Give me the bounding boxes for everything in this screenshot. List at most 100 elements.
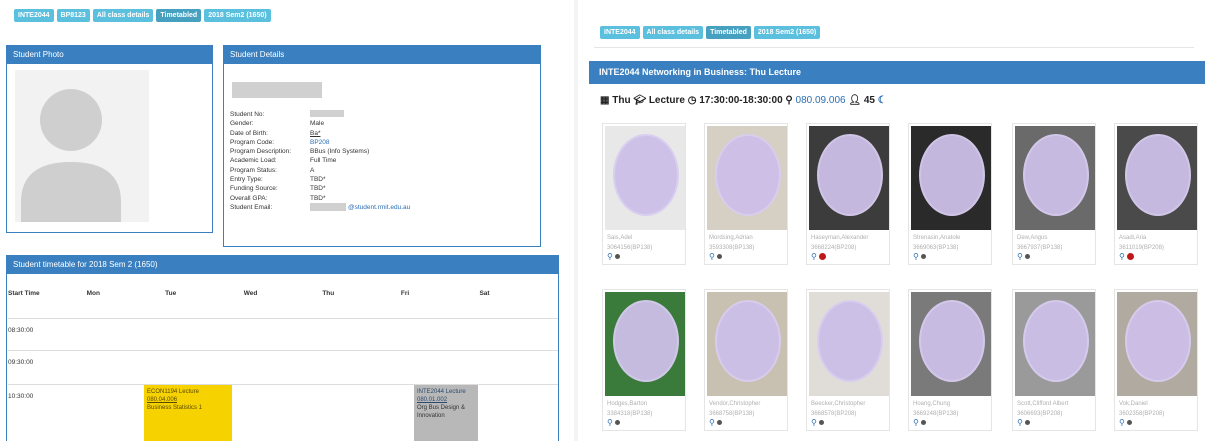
col-start-time: Start Time — [8, 290, 40, 297]
status-icons: ⚲ — [1115, 252, 1197, 264]
detail-row: Student Email: @student.rmit.edu.au — [230, 202, 411, 212]
tag-course[interactable]: INTE2044 — [14, 9, 54, 22]
map-marker-icon: ⚲ — [785, 95, 793, 106]
status-dot-icon — [1025, 254, 1031, 260]
detail-row: Gender: Male — [230, 120, 325, 128]
left-tag-row: INTE2044 BP8123 All class details Timeta… — [14, 9, 271, 22]
status-icons: ⚲ — [603, 252, 685, 264]
student-card[interactable]: Mordsing,Adrian 3593308(BP138) ⚲ — [704, 123, 788, 265]
timetable-block-inte[interactable]: INTE2044 Lecture 080.01.002 Org Bus Desi… — [414, 385, 478, 441]
student-card[interactable]: Strenasin,Anatole 3669063(BP138) ⚲ — [908, 123, 992, 265]
student-photo — [809, 126, 889, 230]
student-id: 3602358(BP208) — [1119, 411, 1165, 417]
student-name[interactable]: Dew,Angus — [1013, 232, 1095, 242]
status-icons: ⚲ — [807, 418, 889, 430]
tag-program[interactable]: BP8123 — [56, 9, 90, 22]
tag-timetabled[interactable]: Timetabled — [156, 9, 202, 22]
student-card[interactable]: Haseyman,Alexander 3668224(BP208) ⚲ — [806, 123, 890, 265]
col-sat: Sat — [479, 290, 490, 297]
detail-row: Date of Birth: Ba* — [230, 129, 321, 137]
student-id: 3669248(BP138) — [913, 411, 959, 417]
student-card[interactable]: Scott,Clifford Albert 3606693(BP208) ⚲ — [1012, 289, 1096, 431]
student-card[interactable]: Hoang,Chung 3669248(BP138) ⚲ — [908, 289, 992, 431]
person-icon: ⚲ — [709, 418, 715, 427]
face-blur — [715, 300, 781, 382]
student-name[interactable]: Asadi,Aria — [1115, 232, 1197, 242]
tag-course[interactable]: INTE2044 — [600, 26, 640, 39]
tag-all-class-details[interactable]: All class details — [92, 9, 154, 22]
face-blur — [817, 134, 883, 216]
student-card[interactable]: Vok,Daniel 3602358(BP208) ⚲ — [1114, 289, 1198, 431]
student-name[interactable]: Hoang,Chung — [909, 398, 991, 408]
student-name[interactable]: Beecker,Christopher — [807, 398, 889, 408]
red-status-icon — [819, 253, 827, 261]
person-icon: ⚲ — [1119, 252, 1125, 261]
status-icons: ⚲ — [603, 418, 685, 430]
status-dot-icon — [717, 254, 723, 260]
student-id: 3593308(BP138) — [709, 245, 755, 251]
student-name[interactable]: Mordsing,Adrian — [705, 232, 787, 242]
person-icon: ⚲ — [1017, 252, 1023, 261]
student-id: 3384318(BP138) — [607, 411, 653, 417]
student-details-title: Student Details — [224, 46, 540, 64]
student-name[interactable]: Vok,Daniel — [1115, 398, 1197, 408]
user-icon: 👤︎ — [848, 95, 862, 106]
student-profile-pane: INTE2044 BP8123 All class details Timeta… — [0, 0, 574, 441]
student-name[interactable]: Scott,Clifford Albert — [1013, 398, 1095, 408]
detail-row: Program Description: BBus (Info Systems) — [230, 148, 370, 156]
student-name[interactable]: Vendor,Christopher — [705, 398, 787, 408]
moon-icon: ☾ — [877, 95, 887, 106]
room-link[interactable]: 080.09.006 — [796, 95, 846, 106]
status-icons: ⚲ — [1013, 252, 1095, 264]
student-name[interactable]: Hodges,Barton — [603, 398, 685, 408]
status-icons: ⚲ — [1013, 418, 1095, 430]
student-card[interactable]: Asadi,Aria 3611019(BP208) ⚲ — [1114, 123, 1198, 265]
timetable-block-econ[interactable]: ECON1194 Lecture 080.04.006 Business Sta… — [144, 385, 232, 441]
col-thu: Thu — [322, 290, 335, 297]
detail-row: Student No: — [230, 110, 410, 119]
face-blur — [1023, 300, 1089, 382]
student-name[interactable]: Sais,Adel — [603, 232, 685, 242]
student-card[interactable]: Dew,Angus 3667937(BP138) ⚲ — [1012, 123, 1096, 265]
student-id: 3669063(BP138) — [913, 245, 959, 251]
student-id: 3606693(BP208) — [1017, 411, 1063, 417]
student-photo — [707, 126, 787, 230]
student-photo — [605, 126, 685, 230]
face-blur — [919, 134, 985, 216]
student-card[interactable]: Beecker,Christopher 3668578(BP208) ⚲ — [806, 289, 890, 431]
student-photo — [707, 292, 787, 396]
student-photo — [1117, 126, 1197, 230]
student-name[interactable]: Haseyman,Alexander — [807, 232, 889, 242]
student-name[interactable]: Strenasin,Anatole — [909, 232, 991, 242]
status-icons: ⚲ — [705, 252, 787, 264]
student-card[interactable]: Sais,Adel 3064156(BP138) ⚲ — [602, 123, 686, 265]
student-card[interactable]: Vendor,Christopher 3668758(BP138) ⚲ — [704, 289, 788, 431]
tag-semester[interactable]: 2018 Sem2 (1650) — [753, 26, 821, 39]
status-icons: ⚲ — [705, 418, 787, 430]
person-icon: ⚲ — [913, 252, 919, 261]
person-icon: ⚲ — [811, 418, 817, 427]
detail-row: Academic Load: Full Time — [230, 157, 337, 165]
right-tag-row: INTE2044 All class details Timetabled 20… — [600, 26, 821, 39]
tag-timetabled[interactable]: Timetabled — [706, 26, 751, 39]
status-dot-icon — [1025, 420, 1031, 426]
status-dot-icon — [717, 420, 723, 426]
details-list: Student No: Gender: Male Date of Birth: Ba… — [230, 110, 410, 212]
status-dot-icon — [819, 420, 825, 426]
status-icons: ⚲ — [807, 252, 889, 264]
tag-all-class-details[interactable]: All class details — [642, 26, 704, 39]
face-blur — [817, 300, 883, 382]
student-id: 3668758(BP138) — [709, 411, 755, 417]
student-email-link[interactable]: @student.rmit.edu.au — [348, 203, 410, 212]
timetable-header: Start Time Mon Tue Wed Thu Fri Sat — [8, 290, 558, 297]
lecture-info: ▦ Thu 🎓︎ Lecture ◷ 17:30:00-18:30:00 ⚲ 0… — [600, 95, 887, 106]
person-icon: ⚲ — [709, 252, 715, 261]
detail-row: Funding Source: TBD* — [230, 185, 326, 193]
separator — [594, 47, 1194, 48]
status-dot-icon — [1127, 420, 1133, 426]
status-icons: ⚲ — [1115, 418, 1197, 430]
status-dot-icon — [921, 420, 927, 426]
tag-semester[interactable]: 2018 Sem2 (1650) — [204, 9, 271, 22]
clock-icon: ◷ — [687, 95, 697, 106]
student-card[interactable]: Hodges,Barton 3384318(BP138) ⚲ — [602, 289, 686, 431]
